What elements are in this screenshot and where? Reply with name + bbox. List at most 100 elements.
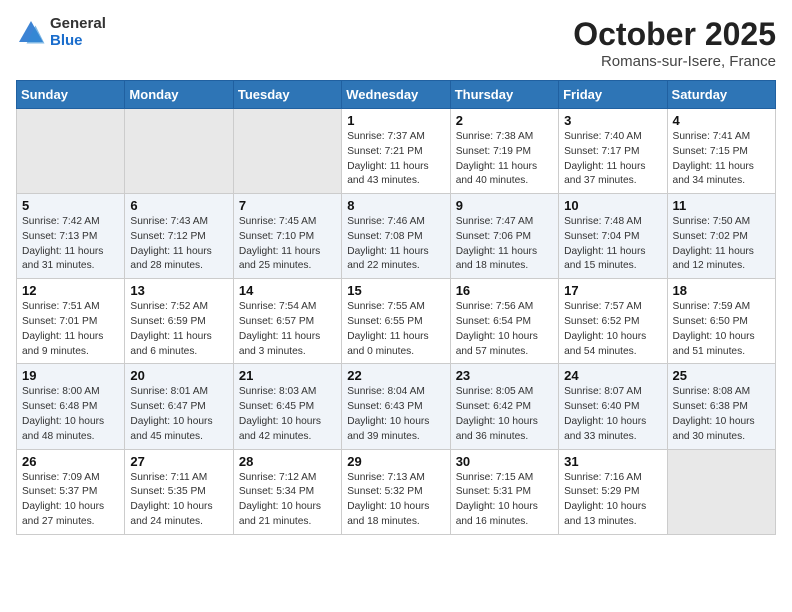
calendar-cell: 4Sunrise: 7:41 AM Sunset: 7:15 PM Daylig…: [667, 109, 775, 194]
day-info: Sunrise: 7:55 AM Sunset: 6:55 PM Dayligh…: [347, 300, 444, 359]
day-info: Sunrise: 7:47 AM Sunset: 7:06 PM Dayligh…: [456, 215, 553, 274]
calendar-week-row: 5 Sunrise: 7:42 AM Sunset: 7:13 PM Daylig…: [17, 194, 776, 279]
calendar-cell: 11 Sunrise: 7:50 AM Sunset: 7:02 PM Dayli…: [667, 194, 775, 279]
calendar-cell: 7Sunrise: 7:45 AM Sunset: 7:10 PM Daylig…: [233, 194, 341, 279]
logo-general-text: General: [50, 16, 106, 33]
day-info: Sunrise: 7:40 AM Sunset: 7:17 PM Dayligh…: [564, 130, 661, 189]
calendar-cell: 24Sunrise: 8:07 AM Sunset: 6:40 PM Dayli…: [559, 364, 667, 449]
calendar-cell: 23 Sunrise: 8:05 AM Sunset: 6:42 PM Dayli…: [450, 364, 558, 449]
day-number: 27: [130, 454, 227, 469]
day-number: 6: [130, 198, 227, 213]
day-number: 18: [673, 283, 770, 298]
day-info: Sunrise: 8:00 AM Sunset: 6:48 PM Dayligh…: [22, 385, 119, 444]
day-number: 14: [239, 283, 336, 298]
day-number: 26: [22, 454, 119, 469]
calendar-cell: 21Sunrise: 8:03 AM Sunset: 6:45 PM Dayli…: [233, 364, 341, 449]
day-number: 22: [347, 368, 444, 383]
calendar-header-row: SundayMondayTuesdayWednesdayThursdayFrid…: [17, 81, 776, 109]
day-info: Sunrise: 7:45 AM Sunset: 7:10 PM Dayligh…: [239, 215, 336, 274]
day-info: Sunrise: 7:56 AM Sunset: 6:54 PM Dayligh…: [456, 300, 553, 359]
day-number: 10: [564, 198, 661, 213]
calendar-cell: 19 Sunrise: 8:00 AM Sunset: 6:48 PM Dayli…: [17, 364, 125, 449]
day-number: 25: [673, 368, 770, 383]
calendar-header-thursday: Thursday: [450, 81, 558, 109]
day-info: Sunrise: 7:12 AM Sunset: 5:34 PM Dayligh…: [239, 471, 336, 530]
calendar-header-friday: Friday: [559, 81, 667, 109]
day-info: Sunrise: 8:07 AM Sunset: 6:40 PM Dayligh…: [564, 385, 661, 444]
day-info: Sunrise: 7:16 AM Sunset: 5:29 PM Dayligh…: [564, 471, 661, 530]
day-number: 20: [130, 368, 227, 383]
calendar-cell: 30 Sunrise: 7:15 AM Sunset: 5:31 PM Dayli…: [450, 449, 558, 534]
day-number: 11: [673, 198, 770, 213]
calendar-cell: 12 Sunrise: 7:51 AM Sunset: 7:01 PM Dayli…: [17, 279, 125, 364]
day-info: Sunrise: 7:48 AM Sunset: 7:04 PM Dayligh…: [564, 215, 661, 274]
day-info: Sunrise: 8:04 AM Sunset: 6:43 PM Dayligh…: [347, 385, 444, 444]
day-number: 13: [130, 283, 227, 298]
day-number: 28: [239, 454, 336, 469]
location-subtitle: Romans-sur-Isere, France: [573, 53, 776, 70]
day-info: Sunrise: 7:37 AM Sunset: 7:21 PM Dayligh…: [347, 130, 444, 189]
day-info: Sunrise: 7:50 AM Sunset: 7:02 PM Dayligh…: [673, 215, 770, 274]
day-info: Sunrise: 7:41 AM Sunset: 7:15 PM Dayligh…: [673, 130, 770, 189]
calendar-cell: [125, 109, 233, 194]
day-number: 3: [564, 113, 661, 128]
calendar-cell: 15 Sunrise: 7:55 AM Sunset: 6:55 PM Dayli…: [342, 279, 450, 364]
calendar-week-row: 26Sunrise: 7:09 AM Sunset: 5:37 PM Dayli…: [17, 449, 776, 534]
day-info: Sunrise: 7:46 AM Sunset: 7:08 PM Dayligh…: [347, 215, 444, 274]
day-number: 16: [456, 283, 553, 298]
calendar-header-tuesday: Tuesday: [233, 81, 341, 109]
calendar-cell: 1 Sunrise: 7:37 AM Sunset: 7:21 PM Daylig…: [342, 109, 450, 194]
day-number: 29: [347, 454, 444, 469]
calendar-header-monday: Monday: [125, 81, 233, 109]
month-title: October 2025: [573, 16, 776, 53]
day-info: Sunrise: 7:43 AM Sunset: 7:12 PM Dayligh…: [130, 215, 227, 274]
day-info: Sunrise: 7:52 AM Sunset: 6:59 PM Dayligh…: [130, 300, 227, 359]
calendar-cell: 16 Sunrise: 7:56 AM Sunset: 6:54 PM Dayli…: [450, 279, 558, 364]
day-number: 23: [456, 368, 553, 383]
day-info: Sunrise: 8:01 AM Sunset: 6:47 PM Dayligh…: [130, 385, 227, 444]
header: General Blue October 2025 Romans-sur-Ise…: [16, 16, 776, 70]
logo-icon: [16, 18, 46, 48]
calendar-cell: [233, 109, 341, 194]
day-number: 15: [347, 283, 444, 298]
calendar-cell: 28 Sunrise: 7:12 AM Sunset: 5:34 PM Dayli…: [233, 449, 341, 534]
day-info: Sunrise: 7:42 AM Sunset: 7:13 PM Dayligh…: [22, 215, 119, 274]
day-info: Sunrise: 7:15 AM Sunset: 5:31 PM Dayligh…: [456, 471, 553, 530]
day-number: 2: [456, 113, 553, 128]
calendar-week-row: 19 Sunrise: 8:00 AM Sunset: 6:48 PM Dayli…: [17, 364, 776, 449]
day-number: 12: [22, 283, 119, 298]
calendar-cell: 17Sunrise: 7:57 AM Sunset: 6:52 PM Dayli…: [559, 279, 667, 364]
calendar-cell: 14 Sunrise: 7:54 AM Sunset: 6:57 PM Dayli…: [233, 279, 341, 364]
day-info: Sunrise: 7:13 AM Sunset: 5:32 PM Dayligh…: [347, 471, 444, 530]
day-info: Sunrise: 8:03 AM Sunset: 6:45 PM Dayligh…: [239, 385, 336, 444]
calendar-header-saturday: Saturday: [667, 81, 775, 109]
calendar-header-wednesday: Wednesday: [342, 81, 450, 109]
day-number: 30: [456, 454, 553, 469]
logo-blue-text: Blue: [50, 33, 106, 50]
calendar-cell: 27 Sunrise: 7:11 AM Sunset: 5:35 PM Dayli…: [125, 449, 233, 534]
calendar-cell: [17, 109, 125, 194]
calendar-cell: 8Sunrise: 7:46 AM Sunset: 7:08 PM Daylig…: [342, 194, 450, 279]
calendar-cell: 25Sunrise: 8:08 AM Sunset: 6:38 PM Dayli…: [667, 364, 775, 449]
day-number: 9: [456, 198, 553, 213]
day-number: 5: [22, 198, 119, 213]
calendar-cell: 3 Sunrise: 7:40 AM Sunset: 7:17 PM Daylig…: [559, 109, 667, 194]
calendar-cell: [667, 449, 775, 534]
calendar-cell: 22 Sunrise: 8:04 AM Sunset: 6:43 PM Dayli…: [342, 364, 450, 449]
calendar-cell: 20 Sunrise: 8:01 AM Sunset: 6:47 PM Dayli…: [125, 364, 233, 449]
day-info: Sunrise: 7:11 AM Sunset: 5:35 PM Dayligh…: [130, 471, 227, 530]
day-number: 19: [22, 368, 119, 383]
calendar-week-row: 1 Sunrise: 7:37 AM Sunset: 7:21 PM Daylig…: [17, 109, 776, 194]
calendar-cell: 18 Sunrise: 7:59 AM Sunset: 6:50 PM Dayli…: [667, 279, 775, 364]
day-info: Sunrise: 7:59 AM Sunset: 6:50 PM Dayligh…: [673, 300, 770, 359]
calendar-cell: 26Sunrise: 7:09 AM Sunset: 5:37 PM Dayli…: [17, 449, 125, 534]
day-info: Sunrise: 8:05 AM Sunset: 6:42 PM Dayligh…: [456, 385, 553, 444]
calendar-cell: 6 Sunrise: 7:43 AM Sunset: 7:12 PM Daylig…: [125, 194, 233, 279]
calendar-cell: 10 Sunrise: 7:48 AM Sunset: 7:04 PM Dayli…: [559, 194, 667, 279]
day-number: 1: [347, 113, 444, 128]
title-area: October 2025 Romans-sur-Isere, France: [573, 16, 776, 70]
calendar-table: SundayMondayTuesdayWednesdayThursdayFrid…: [16, 80, 776, 535]
day-info: Sunrise: 7:51 AM Sunset: 7:01 PM Dayligh…: [22, 300, 119, 359]
calendar-cell: 2Sunrise: 7:38 AM Sunset: 7:19 PM Daylig…: [450, 109, 558, 194]
day-info: Sunrise: 7:54 AM Sunset: 6:57 PM Dayligh…: [239, 300, 336, 359]
